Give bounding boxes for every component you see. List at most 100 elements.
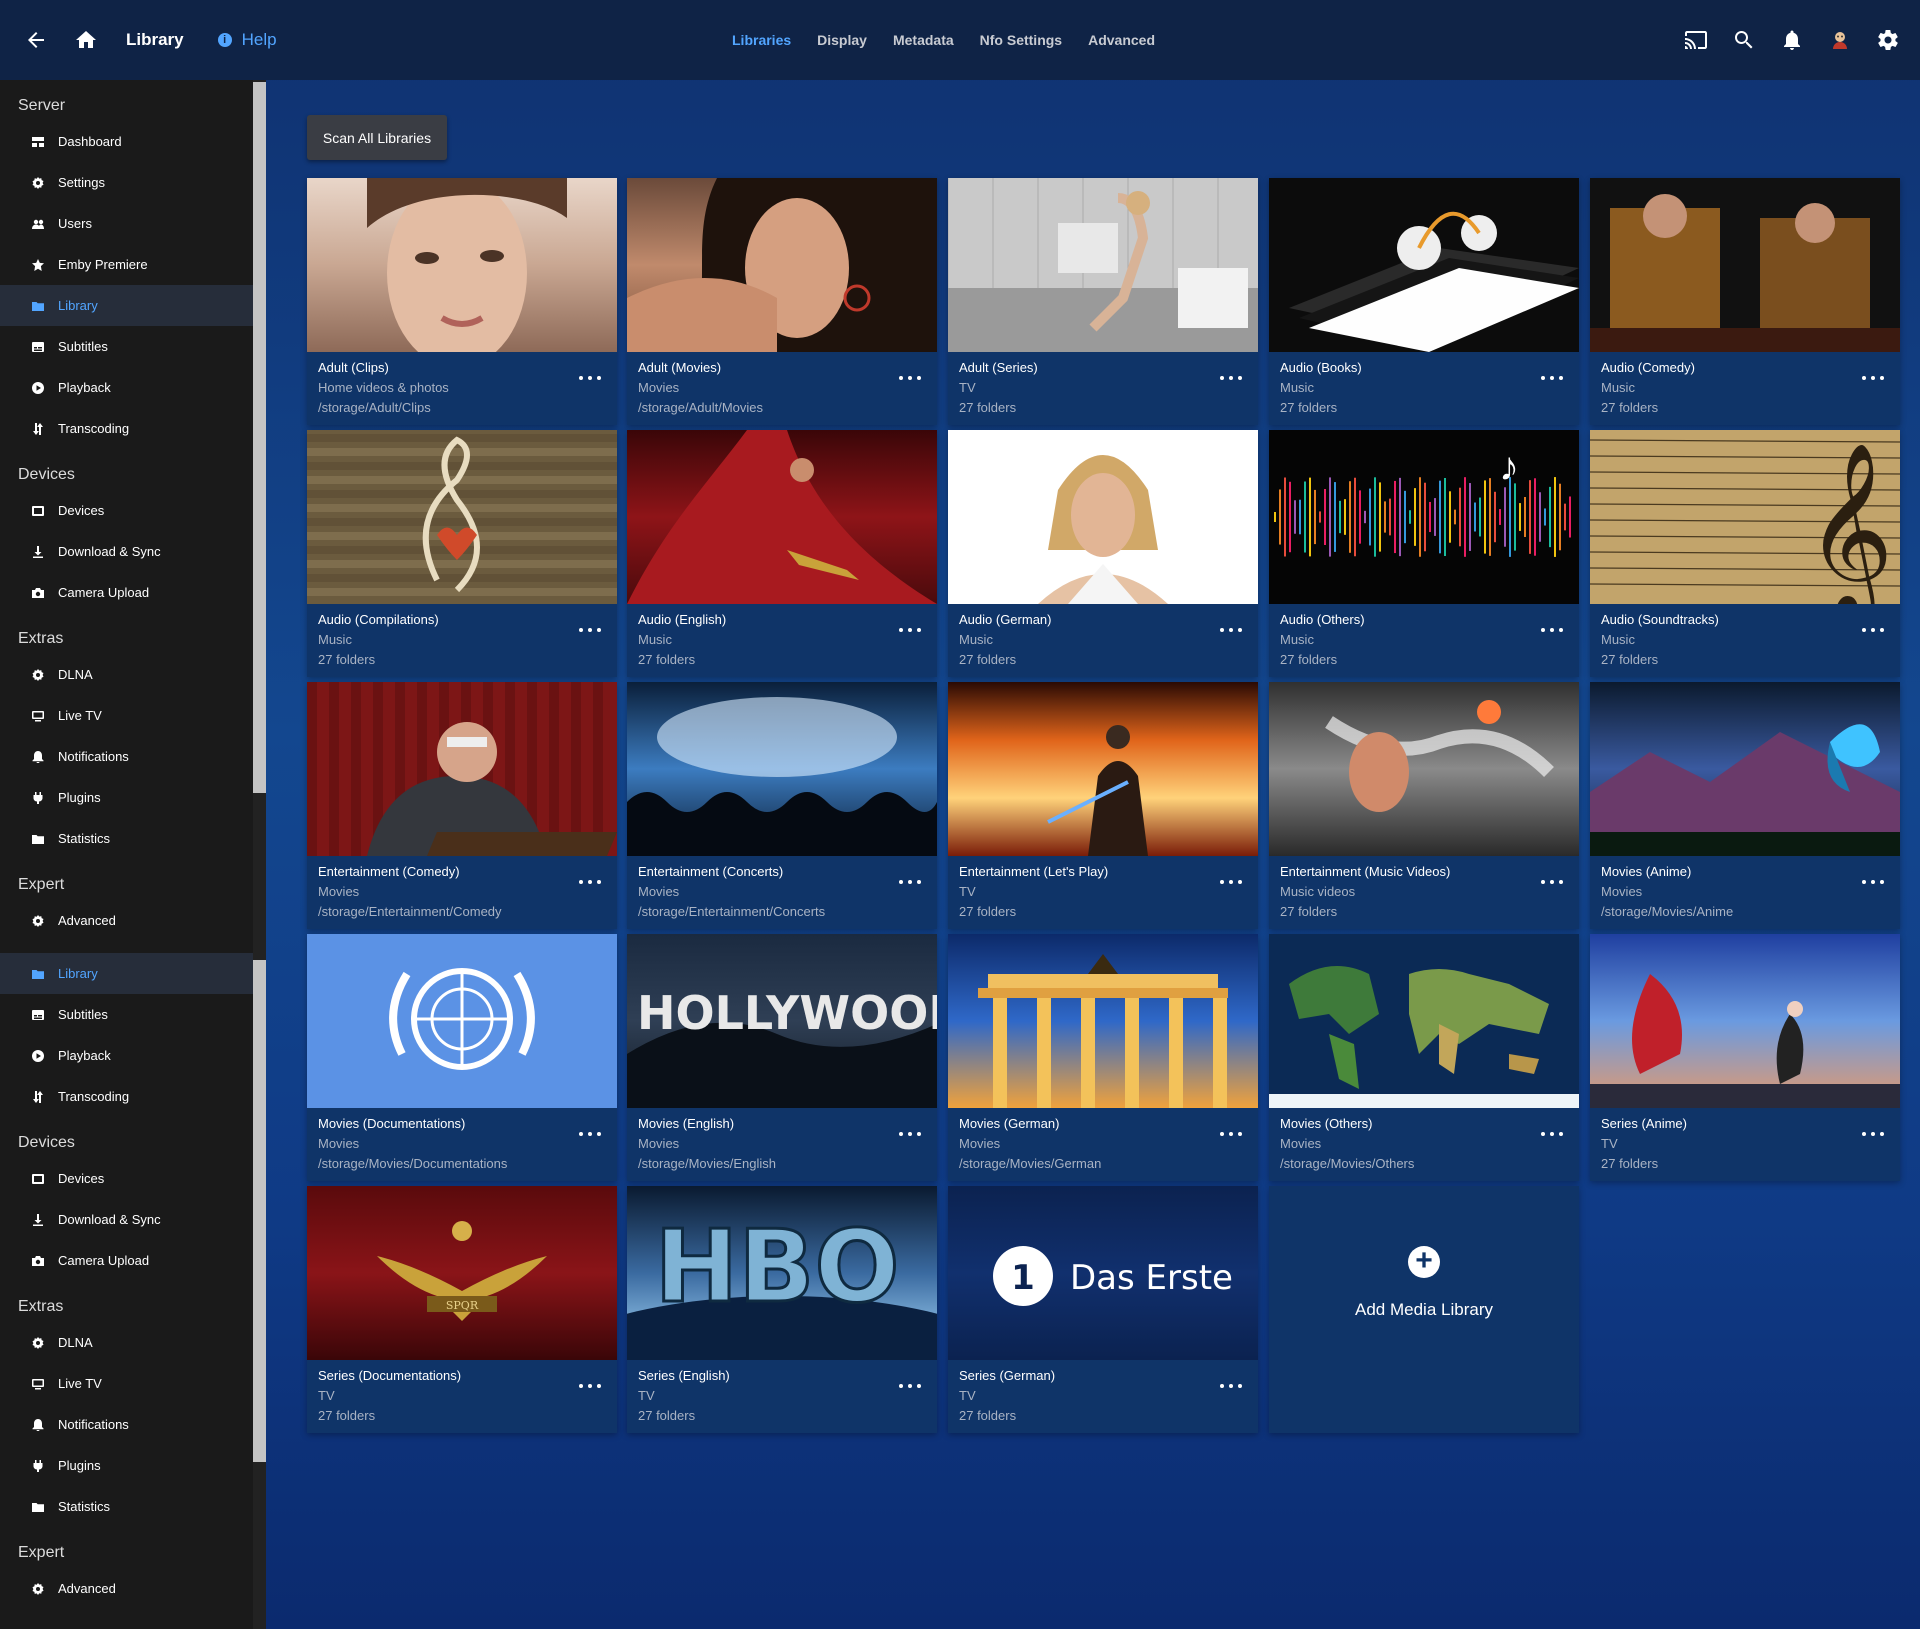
tab-nfo-settings[interactable]: Nfo Settings [980, 32, 1062, 48]
more-options-icon[interactable] [1220, 1126, 1242, 1142]
library-thumbnail[interactable] [1269, 934, 1579, 1108]
sidebar-item-statistics[interactable]: Statistics [0, 1486, 253, 1527]
cast-icon[interactable] [1674, 18, 1718, 62]
library-thumbnail[interactable] [627, 178, 937, 352]
more-options-icon[interactable] [1862, 370, 1884, 386]
add-media-library-card[interactable]: + Add Media Library [1269, 1186, 1579, 1433]
search-icon[interactable] [1722, 18, 1766, 62]
library-card-audio-german[interactable]: Audio (German) Music 27 folders [948, 430, 1258, 677]
sidebar-item-transcoding[interactable]: Transcoding [0, 408, 253, 449]
more-options-icon[interactable] [579, 1378, 601, 1394]
sidebar-item-advanced[interactable]: Advanced [0, 1568, 253, 1609]
sidebar-item-advanced[interactable]: Advanced [0, 900, 253, 941]
tab-libraries[interactable]: Libraries [732, 32, 791, 48]
sidebar-item-subtitles[interactable]: Subtitles [0, 994, 253, 1035]
library-thumbnail[interactable] [307, 682, 617, 856]
sidebar-item-devices[interactable]: Devices [0, 1158, 253, 1199]
settings-gear-icon[interactable] [1866, 18, 1910, 62]
library-thumbnail[interactable]: SPQR [307, 1186, 617, 1360]
more-options-icon[interactable] [1220, 370, 1242, 386]
more-options-icon[interactable] [1862, 874, 1884, 890]
sidebar-item-users[interactable]: Users [0, 203, 253, 244]
library-thumbnail[interactable]: 𝄞 [1590, 430, 1900, 604]
sidebar-item-library[interactable]: Library [0, 285, 253, 326]
library-card-series-anime[interactable]: Series (Anime) TV 27 folders [1590, 934, 1900, 1181]
library-thumbnail[interactable] [948, 934, 1258, 1108]
more-options-icon[interactable] [579, 622, 601, 638]
sidebar-item-transcoding[interactable]: Transcoding [0, 1076, 253, 1117]
more-options-icon[interactable] [1220, 622, 1242, 638]
more-options-icon[interactable] [1541, 1126, 1563, 1142]
library-thumbnail[interactable] [307, 934, 617, 1108]
more-options-icon[interactable] [899, 1126, 921, 1142]
sidebar-item-dlna[interactable]: DLNA [0, 1322, 253, 1363]
library-card-entertainment-concerts[interactable]: Entertainment (Concerts) Movies /storage… [627, 682, 937, 929]
sidebar-item-subtitles[interactable]: Subtitles [0, 326, 253, 367]
more-options-icon[interactable] [1862, 1126, 1884, 1142]
sidebar-item-download-sync[interactable]: Download & Sync [0, 531, 253, 572]
back-arrow-icon[interactable] [14, 18, 58, 62]
more-options-icon[interactable] [579, 1126, 601, 1142]
more-options-icon[interactable] [899, 1378, 921, 1394]
sidebar-item-dashboard[interactable]: Dashboard [0, 121, 253, 162]
library-thumbnail[interactable] [627, 430, 937, 604]
sidebar-item-library[interactable]: Library [0, 953, 253, 994]
more-options-icon[interactable] [899, 370, 921, 386]
notifications-bell-icon[interactable] [1770, 18, 1814, 62]
sidebar-item-dlna[interactable]: DLNA [0, 654, 253, 695]
library-card-movies-anime[interactable]: Movies (Anime) Movies /storage/Movies/An… [1590, 682, 1900, 929]
help-link[interactable]: i Help [217, 30, 277, 50]
sidebar-item-playback[interactable]: Playback [0, 367, 253, 408]
user-avatar-icon[interactable] [1818, 18, 1862, 62]
library-thumbnail[interactable] [1269, 178, 1579, 352]
library-card-movies-documentations[interactable]: Movies (Documentations) Movies /storage/… [307, 934, 617, 1181]
sidebar-item-plugins[interactable]: Plugins [0, 1445, 253, 1486]
more-options-icon[interactable] [1220, 874, 1242, 890]
tab-display[interactable]: Display [817, 32, 867, 48]
library-thumbnail[interactable]: HBO [627, 1186, 937, 1360]
library-card-movies-english[interactable]: HOLLYWOOD Movies (English) Movies /stora… [627, 934, 937, 1181]
more-options-icon[interactable] [579, 874, 601, 890]
library-card-audio-others[interactable]: ♪ Audio (Others) Music 27 folders [1269, 430, 1579, 677]
library-thumbnail[interactable]: ♪ [1269, 430, 1579, 604]
scan-all-libraries-button[interactable]: Scan All Libraries [307, 115, 447, 160]
library-thumbnail[interactable] [948, 682, 1258, 856]
library-thumbnail[interactable] [307, 178, 617, 352]
home-icon[interactable] [64, 18, 108, 62]
sidebar-item-camera-upload[interactable]: Camera Upload [0, 1240, 253, 1281]
library-card-series-documentations[interactable]: SPQR Series (Documentations) TV 27 folde… [307, 1186, 617, 1433]
library-card-entertainment-music-videos[interactable]: Entertainment (Music Videos) Music video… [1269, 682, 1579, 929]
sidebar-item-notifications[interactable]: Notifications [0, 736, 253, 777]
sidebar-item-statistics[interactable]: Statistics [0, 818, 253, 859]
more-options-icon[interactable] [579, 370, 601, 386]
more-options-icon[interactable] [1541, 370, 1563, 386]
library-card-entertainment-let-s-play[interactable]: Entertainment (Let's Play) TV 27 folders [948, 682, 1258, 929]
library-card-movies-german[interactable]: Movies (German) Movies /storage/Movies/G… [948, 934, 1258, 1181]
library-thumbnail[interactable] [1590, 178, 1900, 352]
library-card-movies-others[interactable]: Movies (Others) Movies /storage/Movies/O… [1269, 934, 1579, 1181]
library-card-series-german[interactable]: 1 Das Erste Series (German) TV 27 folder… [948, 1186, 1258, 1433]
library-card-audio-english[interactable]: Audio (English) Music 27 folders [627, 430, 937, 677]
more-options-icon[interactable] [1220, 1378, 1242, 1394]
library-thumbnail[interactable] [948, 430, 1258, 604]
library-thumbnail[interactable] [948, 178, 1258, 352]
sidebar-scrollbar-thumb[interactable] [253, 82, 266, 793]
sidebar-item-live-tv[interactable]: Live TV [0, 695, 253, 736]
library-card-adult-movies[interactable]: Adult (Movies) Movies /storage/Adult/Mov… [627, 178, 937, 425]
library-thumbnail[interactable] [1590, 934, 1900, 1108]
tab-metadata[interactable]: Metadata [893, 32, 954, 48]
library-card-adult-clips[interactable]: Adult (Clips) Home videos & photos /stor… [307, 178, 617, 425]
sidebar-item-devices[interactable]: Devices [0, 490, 253, 531]
library-thumbnail[interactable] [627, 682, 937, 856]
library-card-adult-series[interactable]: Adult (Series) TV 27 folders [948, 178, 1258, 425]
more-options-icon[interactable] [1541, 622, 1563, 638]
more-options-icon[interactable] [899, 874, 921, 890]
sidebar-scrollbar-thumb-secondary[interactable] [253, 960, 266, 1462]
library-card-audio-books[interactable]: Audio (Books) Music 27 folders [1269, 178, 1579, 425]
more-options-icon[interactable] [899, 622, 921, 638]
library-card-series-english[interactable]: HBO Series (English) TV 27 folders [627, 1186, 937, 1433]
library-thumbnail[interactable]: HOLLYWOOD [627, 934, 937, 1108]
sidebar-item-notifications[interactable]: Notifications [0, 1404, 253, 1445]
sidebar-item-emby-premiere[interactable]: Emby Premiere [0, 244, 253, 285]
more-options-icon[interactable] [1541, 874, 1563, 890]
